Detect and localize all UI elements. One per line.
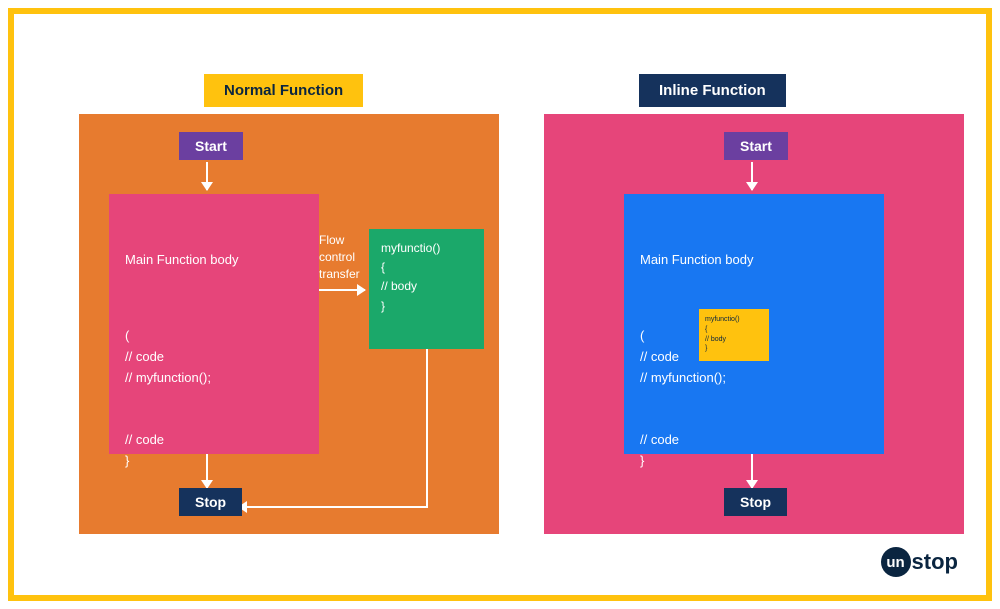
panel-inline-function: Start Main Function body ( // code // my… (544, 114, 964, 534)
logo-text: stop (912, 549, 958, 575)
stop-badge: Stop (724, 488, 787, 516)
arrow-side-down-segment (426, 349, 428, 506)
header-normal-function: Normal Function (204, 74, 363, 107)
unstop-logo: unstop (881, 547, 958, 577)
main-function-title: Main Function body (125, 250, 303, 271)
start-badge: Start (724, 132, 788, 160)
main-function-box: Main Function body ( // code // myfuncti… (624, 194, 884, 454)
arrow-main-to-stop (206, 454, 208, 488)
start-badge: Start (179, 132, 243, 160)
flow-control-label: Flow control transfer (319, 232, 374, 282)
arrow-side-to-stop (239, 506, 428, 508)
header-inline-function: Inline Function (639, 74, 786, 107)
inline-body-box: myfunctio() { // body } (369, 229, 484, 349)
logo-circle: un (881, 547, 911, 577)
inline-expansion-note: myfunctio() { // body } (699, 309, 769, 361)
arrow-main-to-stop (751, 454, 753, 488)
panel-normal-function: Start Main Function body ( // code // my… (79, 114, 499, 534)
diagram-frame: Normal Function Inline Function Start Ma… (8, 8, 992, 601)
main-function-code: ( // code // myfunction(); // code } (125, 326, 303, 472)
stop-badge: Stop (179, 488, 242, 516)
main-function-title: Main Function body (640, 250, 868, 271)
arrow-start-to-main (206, 162, 208, 190)
main-function-box: Main Function body ( // code // myfuncti… (109, 194, 319, 454)
arrow-main-to-side (319, 289, 365, 291)
arrow-start-to-main (751, 162, 753, 190)
